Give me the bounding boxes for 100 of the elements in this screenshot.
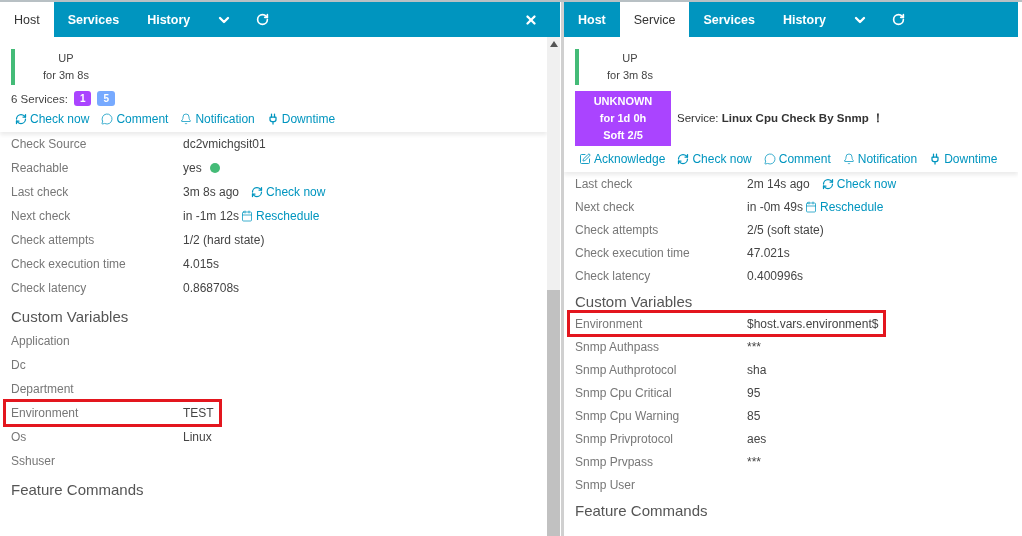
attempt-text: Soft 2/5 <box>603 128 643 143</box>
action-link[interactable]: Reschedule <box>805 199 884 214</box>
field-label: Snmp Authprotocol <box>575 362 678 377</box>
field-value: *** <box>747 454 761 469</box>
field-label: Environment <box>575 316 644 331</box>
field-value: 4.015s <box>183 257 220 271</box>
service-title: Service: Linux Cpu Check By Snmp ！ <box>677 111 884 126</box>
field-value: 47.021s <box>747 245 790 260</box>
bell-icon <box>842 153 855 165</box>
refresh-icon[interactable] <box>256 13 270 26</box>
services-label: 6 Services: <box>11 92 68 105</box>
action-link[interactable]: Notification <box>842 152 918 166</box>
field-label: Snmp Privprotocol <box>575 431 675 446</box>
field-label: Snmp Prvpass <box>575 454 655 469</box>
count-badge[interactable]: 5 <box>97 91 115 106</box>
tab[interactable]: Service <box>619 2 690 37</box>
refresh-icon <box>821 177 834 190</box>
field-label: Last check <box>11 185 70 199</box>
edit-icon <box>579 153 591 165</box>
field-value: 0.400996s <box>747 268 804 283</box>
action-link[interactable]: Check now <box>821 176 897 191</box>
scrollbar[interactable] <box>547 37 560 536</box>
section-heading: Feature Commands <box>10 480 145 500</box>
field-value: dc2vmichgsit01 <box>183 137 266 151</box>
field-label: Snmp Cpu Warning <box>575 408 681 423</box>
field-value: TEST <box>183 406 214 420</box>
tab[interactable]: Services <box>689 2 769 37</box>
tab[interactable]: Services <box>53 2 134 37</box>
field-value: 95 <box>747 385 761 400</box>
field-label: Application <box>11 334 71 348</box>
field-value: *** <box>747 339 761 354</box>
field-value: 85 <box>747 408 761 423</box>
count-badge[interactable]: 1 <box>73 91 92 106</box>
tab[interactable]: Host <box>564 2 620 37</box>
state-text: UNKNOWN <box>593 94 653 109</box>
calendar-icon <box>805 200 818 213</box>
field-value: 2/5 (soft state) <box>747 222 824 237</box>
field-value: sha <box>747 362 767 377</box>
action-link[interactable]: Check now <box>15 112 90 126</box>
field-value: Linux <box>183 430 212 444</box>
action-link[interactable]: Check now <box>251 185 326 199</box>
duration-text: for 1d 0h <box>599 111 647 126</box>
field-label: Next check <box>575 199 636 214</box>
field-label: Last check <box>575 176 634 191</box>
field-label: Department <box>11 382 75 396</box>
field-label: Check latency <box>575 268 652 283</box>
duration-text: for 3m 8s <box>43 68 89 83</box>
field-label: Dc <box>11 358 27 372</box>
action-link[interactable]: Downtime <box>266 112 336 126</box>
field-value: 0.868708s <box>183 281 240 295</box>
field-label: Os <box>11 430 28 444</box>
bell-icon <box>180 113 193 125</box>
field-label: Check attempts <box>11 233 96 247</box>
action-link[interactable]: Check now <box>677 152 752 166</box>
section-heading: Custom Variables <box>10 307 130 327</box>
tab[interactable]: History <box>133 2 205 37</box>
section-heading: Feature Commands <box>574 501 709 521</box>
field-label: Check execution time <box>11 257 127 271</box>
action-link[interactable]: Comment <box>101 112 169 126</box>
field-value: $host.vars.environment$ <box>747 316 879 331</box>
field-value: in -1m 12s <box>183 209 240 223</box>
field-value: yes <box>183 161 202 175</box>
field-label: Snmp User <box>575 477 637 492</box>
plug-icon <box>929 153 942 165</box>
field-label: Snmp Cpu Critical <box>575 385 673 400</box>
action-link[interactable]: Reschedule <box>241 209 320 223</box>
scrollbar-thumb[interactable] <box>547 290 560 536</box>
tab[interactable]: History <box>768 2 840 37</box>
field-label: Check attempts <box>575 222 660 237</box>
close-icon[interactable] <box>524 12 538 27</box>
field-label: Environment <box>11 406 80 420</box>
duration-text: for 3m 8s <box>607 68 653 83</box>
refresh-icon[interactable] <box>892 13 905 26</box>
field-value: 3m 8s ago <box>183 185 240 199</box>
field-value: 1/2 (hard state) <box>183 233 265 247</box>
field-label: Snmp Authpass <box>575 339 661 354</box>
field-label: Check execution time <box>575 245 691 260</box>
refresh-icon <box>677 153 690 165</box>
field-label: Reachable <box>11 161 70 175</box>
refresh-icon <box>251 186 264 198</box>
state-text: UP <box>622 51 638 66</box>
field-label: Sshuser <box>11 454 57 468</box>
calendar-icon <box>241 210 254 222</box>
comment-icon <box>101 113 114 125</box>
scroll-up-icon[interactable] <box>549 41 558 47</box>
action-link[interactable]: Acknowledge <box>579 152 666 166</box>
comment-icon <box>763 153 776 165</box>
action-link[interactable]: Comment <box>763 152 831 166</box>
field-label: Check latency <box>11 281 88 295</box>
field-value: 2m 14s ago <box>747 176 810 191</box>
field-label: Check Source <box>11 137 88 151</box>
tab[interactable]: Host <box>0 2 54 37</box>
action-link[interactable]: Downtime <box>929 152 998 166</box>
action-link[interactable]: Notification <box>180 112 255 126</box>
field-value: in -0m 49s <box>747 199 804 214</box>
field-value: aes <box>747 431 767 446</box>
state-text: UP <box>58 51 74 66</box>
section-heading: Custom Variables <box>574 292 694 312</box>
refresh-icon <box>15 113 27 125</box>
plug-icon <box>266 113 279 125</box>
